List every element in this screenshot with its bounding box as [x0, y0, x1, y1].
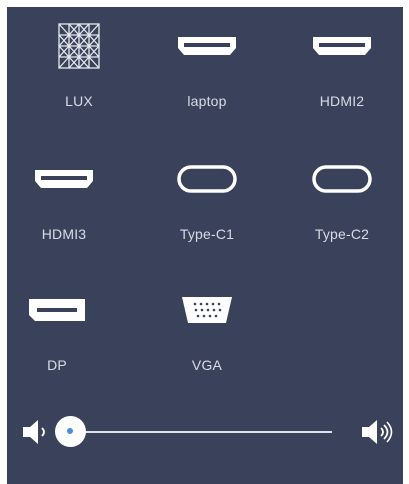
source-lux[interactable]: LUX — [24, 11, 134, 131]
volume-control — [7, 405, 403, 465]
lux-logo-icon — [24, 11, 134, 81]
hdmi-port-icon — [9, 144, 119, 214]
source-label: VGA — [191, 357, 223, 373]
source-vga[interactable]: VGA — [152, 275, 262, 395]
usb-c-port-icon — [152, 144, 262, 214]
source-label: HDMI3 — [41, 226, 87, 242]
source-label: Type-C2 — [314, 226, 370, 242]
source-label: HDMI2 — [319, 93, 365, 109]
input-source-panel: LUX laptop HDMI2 HDMI3 Type-C1 Type-C2 D… — [7, 7, 403, 484]
source-hdmi2[interactable]: HDMI2 — [287, 11, 397, 131]
hdmi-port-icon — [287, 11, 397, 81]
source-type-c1[interactable]: Type-C1 — [152, 144, 262, 264]
hdmi-port-icon — [152, 11, 262, 81]
source-label: DP — [47, 357, 67, 373]
speaker-high-icon[interactable] — [360, 418, 394, 446]
source-label: laptop — [187, 93, 227, 109]
source-dp[interactable]: DP — [7, 275, 112, 395]
volume-slider-dot — [67, 428, 73, 434]
usb-c-port-icon — [287, 144, 397, 214]
source-label: LUX — [65, 93, 93, 109]
source-hdmi3[interactable]: HDMI3 — [9, 144, 119, 264]
volume-slider-track[interactable] — [71, 431, 332, 433]
source-laptop[interactable]: laptop — [152, 11, 262, 131]
source-label: Type-C1 — [179, 226, 235, 242]
volume-slider-knob[interactable] — [55, 416, 86, 447]
source-type-c2[interactable]: Type-C2 — [287, 144, 397, 264]
speaker-low-icon[interactable] — [21, 418, 51, 446]
vga-port-icon — [152, 275, 262, 345]
displayport-icon — [7, 275, 112, 345]
